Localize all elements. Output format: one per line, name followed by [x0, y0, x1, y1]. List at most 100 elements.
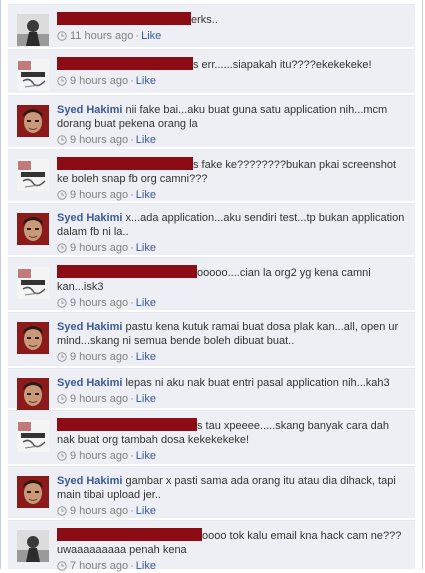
like-link[interactable]: Like: [136, 351, 156, 363]
comment-meta: 9 hours ago · Like: [57, 74, 409, 88]
separator: ·: [130, 297, 134, 309]
timestamp[interactable]: 9 hours ago: [70, 242, 128, 254]
comment-text: Syed Hakimi gambar x pasti sama ada oran…: [57, 475, 396, 501]
commenter-avatar[interactable]: [17, 378, 49, 410]
comment-text: s err......siapakah itu????ekekekeke!: [57, 57, 409, 72]
clock-icon: [57, 451, 67, 461]
comment-meta: 9 hours ago · Like: [57, 133, 409, 147]
timestamp[interactable]: 9 hours ago: [70, 297, 128, 309]
comment: Syed Hakimi gambar x pasti sama ada oran…: [8, 466, 415, 518]
like-link[interactable]: Like: [136, 297, 156, 309]
like-link[interactable]: Like: [136, 505, 156, 517]
clock-icon: [57, 243, 67, 253]
commenter-avatar[interactable]: [17, 530, 49, 562]
like-link[interactable]: Like: [136, 75, 156, 87]
author-name[interactable]: Syed Hakimi: [57, 377, 122, 389]
commenter-avatar[interactable]: [17, 267, 49, 299]
clock-icon: [57, 190, 67, 200]
clock-icon: [57, 298, 67, 308]
comment-text: s fake ke????????bukan pkai screenshot k…: [57, 157, 397, 185]
comment: erks.. 11 hours ago · Like: [8, 4, 415, 47]
like-link[interactable]: Like: [136, 560, 156, 572]
comment-text: Syed Hakimi lepas ni aku nak buat entri …: [57, 377, 390, 389]
like-link[interactable]: Like: [136, 134, 156, 146]
separator: ·: [130, 560, 134, 572]
comment: Syed Hakimi nii fake bai...aku buat guna…: [8, 95, 415, 147]
commenter-avatar[interactable]: [17, 159, 49, 191]
comment: Syed Hakimi x...ada application...aku se…: [8, 203, 415, 255]
commenter-avatar[interactable]: [17, 476, 49, 508]
timestamp[interactable]: 9 hours ago: [70, 505, 128, 517]
commenter-avatar[interactable]: [17, 420, 49, 452]
redacted-name: [57, 157, 193, 170]
comment-text: oooo tok kalu email kna hack cam ne??? u…: [57, 528, 402, 556]
comment-meta: 9 hours ago · Like: [57, 241, 409, 255]
sketch-avatar-icon: [17, 267, 49, 299]
comment-thread: erks.. 11 hours ago · Like s err......siap…: [0, 0, 423, 572]
comment-meta: 11 hours ago · Like: [57, 29, 409, 43]
comment-meta: 9 hours ago · Like: [57, 392, 409, 406]
sketch-avatar-icon: [17, 420, 49, 452]
separator: ·: [130, 393, 134, 405]
syed-hakimi-avatar-icon: [17, 105, 49, 137]
timestamp[interactable]: 11 hours ago: [70, 30, 133, 42]
commenter-avatar[interactable]: [17, 213, 49, 245]
like-link[interactable]: Like: [136, 189, 156, 201]
girl-photo-avatar-icon: [17, 14, 49, 46]
redacted-name: [57, 12, 191, 25]
timestamp[interactable]: 7 hours ago: [70, 560, 128, 572]
separator: ·: [130, 505, 134, 517]
separator: ·: [130, 450, 134, 462]
timestamp[interactable]: 9 hours ago: [70, 450, 128, 462]
clock-icon: [57, 561, 67, 571]
redacted-name: [57, 265, 197, 278]
clock-icon: [57, 31, 67, 41]
comment-text: Syed Hakimi x...ada application...aku se…: [57, 212, 405, 238]
comment-text: Syed Hakimi nii fake bai...aku buat guna…: [57, 104, 388, 130]
comment: Syed Hakimi pastu kena kutuk ramai buat …: [8, 312, 415, 366]
timestamp[interactable]: 9 hours ago: [70, 134, 128, 146]
redacted-name: [57, 418, 197, 431]
like-link[interactable]: Like: [136, 242, 156, 254]
like-link[interactable]: Like: [136, 450, 156, 462]
comment-text: ooooo....cian la org2 yg kena camni kan.…: [57, 265, 371, 293]
redacted-name: [57, 528, 202, 541]
comment-meta: 7 hours ago · Like: [57, 559, 409, 573]
clock-icon: [57, 76, 67, 86]
comment-meta: 9 hours ago · Like: [57, 504, 409, 518]
comment-meta: 9 hours ago · Like: [57, 296, 409, 310]
author-name[interactable]: Syed Hakimi: [57, 212, 122, 224]
like-link[interactable]: Like: [136, 393, 156, 405]
comment: s tau xpeeee.....skang banyak cara dah n…: [8, 410, 415, 464]
comment-meta: 9 hours ago · Like: [57, 350, 409, 364]
redacted-name: [57, 57, 193, 70]
author-name[interactable]: Syed Hakimi: [57, 475, 122, 487]
clock-icon: [57, 394, 67, 404]
separator: ·: [130, 134, 134, 146]
separator: ·: [130, 189, 134, 201]
syed-hakimi-avatar-icon: [17, 476, 49, 508]
comment: ooooo....cian la org2 yg kena camni kan.…: [8, 257, 415, 310]
comment: oooo tok kalu email kna hack cam ne??? u…: [8, 520, 415, 572]
author-name[interactable]: Syed Hakimi: [57, 321, 122, 333]
commenter-avatar[interactable]: [17, 14, 49, 46]
like-link[interactable]: Like: [141, 30, 161, 42]
timestamp[interactable]: 9 hours ago: [70, 351, 128, 363]
separator: ·: [130, 351, 134, 363]
comment-text: Syed Hakimi pastu kena kutuk ramai buat …: [57, 321, 399, 347]
clock-icon: [57, 506, 67, 516]
clock-icon: [57, 352, 67, 362]
sketch-avatar-icon: [17, 159, 49, 191]
author-name[interactable]: Syed Hakimi: [57, 104, 122, 116]
syed-hakimi-avatar-icon: [17, 322, 49, 354]
separator: ·: [130, 242, 134, 254]
clock-icon: [57, 135, 67, 145]
timestamp[interactable]: 9 hours ago: [70, 189, 128, 201]
commenter-avatar[interactable]: [17, 59, 49, 91]
comment: s fake ke????????bukan pkai screenshot k…: [8, 149, 415, 201]
commenter-avatar[interactable]: [17, 105, 49, 137]
comment: Syed Hakimi lepas ni aku nak buat entri …: [8, 368, 415, 410]
timestamp[interactable]: 9 hours ago: [70, 393, 128, 405]
commenter-avatar[interactable]: [17, 322, 49, 354]
timestamp[interactable]: 9 hours ago: [70, 75, 128, 87]
